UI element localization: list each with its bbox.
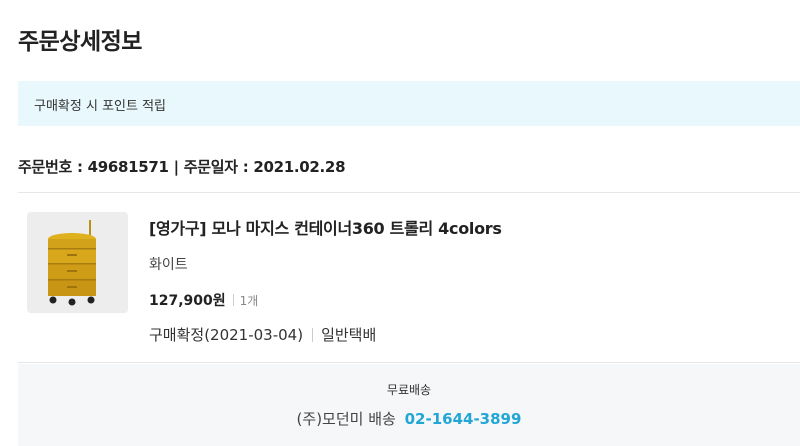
courier-phone-link[interactable]: 02-1644-3899 [405, 410, 522, 428]
page-title: 주문상세정보 [18, 29, 142, 55]
notice-text: 구매확정 시 포인트 적립 [34, 99, 166, 114]
divider [312, 327, 314, 342]
order-status: 구매확정(2021-03-04) [149, 326, 304, 344]
shipping-info: 무료배송 (주)모던미 배송 02-1644-3899 [18, 364, 800, 446]
product-image[interactable] [27, 212, 128, 313]
order-date-label: 주문일자 [183, 158, 238, 176]
courier-line: (주)모던미 배송 02-1644-3899 [18, 408, 800, 429]
yellow-trolley-image [27, 212, 128, 313]
order-number-label: 주문번호 [18, 158, 73, 176]
shipping-fee-label: 무료배송 [386, 383, 432, 397]
price-row: 127,900원 1개 [149, 290, 258, 310]
point-notice-banner: 구매확정 시 포인트 적립 [18, 81, 800, 126]
product-quantity: 1개 [239, 293, 259, 308]
divider [232, 294, 234, 306]
order-number: 49681571 [87, 158, 169, 176]
divider [18, 362, 800, 363]
order-meta: 주문번호 : 49681571 | 주문일자 : 2021.02.28 [18, 158, 346, 176]
order-date: 2021.02.28 [253, 158, 346, 176]
product-price: 127,900원 [149, 293, 226, 309]
divider [18, 192, 800, 193]
courier-name: (주)모던미 배송 [296, 410, 396, 428]
product-option: 화이트 [149, 257, 188, 273]
status-row: 구매확정(2021-03-04) 일반택배 [149, 324, 376, 345]
product-name[interactable]: [영가구] 모나 마지스 컨테이너360 트롤리 4colors [149, 215, 502, 239]
delivery-type: 일반택배 [321, 326, 377, 344]
